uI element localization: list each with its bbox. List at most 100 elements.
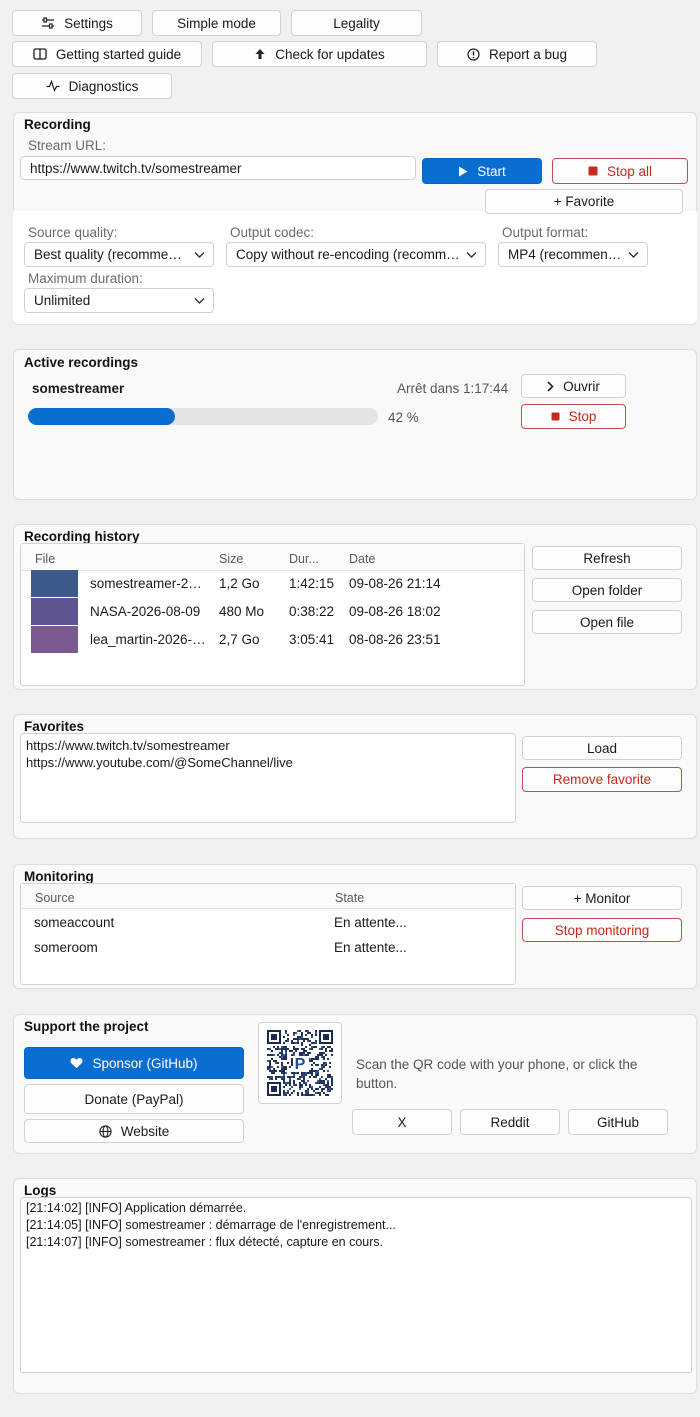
legality-label: Legality <box>333 15 380 31</box>
source-quality-select[interactable]: Best quality (recommended) <box>24 242 214 267</box>
max-duration-select[interactable]: Unlimited <box>24 288 214 313</box>
table-row[interactable]: somestreamer-2026-08-09 1,2 Go 1:42:15 0… <box>21 569 524 597</box>
open-recording-label: Ouvrir <box>563 378 600 394</box>
monitor-source: someroom <box>34 940 98 955</box>
log-line: [21:14:02] [INFO] Application démarrée. <box>26 1201 247 1215</box>
remove-favorite-button[interactable]: Remove favorite <box>522 767 682 792</box>
open-file-button[interactable]: Open file <box>532 610 682 634</box>
table-row[interactable]: someroom En attente... <box>21 935 515 959</box>
source-quality-label: Source quality: <box>28 225 118 240</box>
website-label: Website <box>120 1123 170 1139</box>
chevron-down-icon <box>194 297 205 304</box>
column-duration[interactable]: Dur... <box>289 552 319 566</box>
active-recordings-title: Active recordings <box>24 355 139 370</box>
check-updates-button[interactable]: Check for updates <box>212 41 427 67</box>
add-monitor-button[interactable]: + Monitor <box>522 886 682 910</box>
open-folder-button[interactable]: Open folder <box>532 578 682 602</box>
refresh-button[interactable]: Refresh <box>532 546 682 570</box>
history-duration: 1:42:15 <box>289 576 335 591</box>
remove-favorite-label: Remove favorite <box>552 772 652 787</box>
getting-started-label: Getting started guide <box>55 46 182 62</box>
chevron-down-icon <box>194 251 205 258</box>
add-favorite-button[interactable]: + Favorite <box>485 189 683 214</box>
table-row[interactable]: lea_martin-2026-08-08 2,7 Go 3:05:41 08-… <box>21 625 524 653</box>
stop-all-button[interactable]: Stop all <box>552 158 688 184</box>
stop-countdown: Arrêt dans 1:17:44 <box>397 381 509 396</box>
support-title: Support the project <box>24 1019 149 1034</box>
report-bug-label: Report a bug <box>488 46 568 62</box>
website-button[interactable]: Website <box>24 1119 244 1143</box>
load-favorite-button[interactable]: Load <box>522 736 682 760</box>
output-format-select[interactable]: MP4 (recommended) <box>498 242 648 267</box>
logs-textarea[interactable]: [21:14:02] [INFO] Application démarrée. … <box>20 1197 692 1373</box>
reddit-link-label: Reddit <box>490 1114 530 1130</box>
globe-icon <box>99 1124 112 1138</box>
paypal-qr-code: P <box>258 1022 342 1104</box>
video-thumbnail <box>31 598 78 625</box>
x-link-button[interactable]: X <box>352 1109 452 1135</box>
favorites-title: Favorites <box>24 719 85 734</box>
getting-started-button[interactable]: Getting started guide <box>12 41 202 67</box>
pulse-icon <box>46 80 60 92</box>
list-item[interactable]: https://www.twitch.tv/somestreamer <box>26 738 230 753</box>
simple-mode-button[interactable]: Simple mode <box>152 10 281 36</box>
donate-paypal-button[interactable]: Donate (PayPal) <box>24 1084 244 1114</box>
open-folder-label: Open folder <box>571 582 643 598</box>
monitoring-table-header <box>21 884 515 909</box>
list-item[interactable]: https://www.youtube.com/@SomeChannel/liv… <box>26 755 293 770</box>
start-button[interactable]: Start <box>422 158 542 184</box>
logs-title: Logs <box>24 1183 57 1198</box>
column-date[interactable]: Date <box>349 552 375 566</box>
max-duration-value: Unlimited <box>34 293 91 308</box>
stop-all-label: Stop all <box>606 163 653 179</box>
history-date: 09-08-26 21:14 <box>349 576 441 591</box>
column-file[interactable]: File <box>35 552 55 566</box>
sponsor-github-button[interactable]: Sponsor (GitHub) <box>24 1047 244 1079</box>
output-codec-select[interactable]: Copy without re-encoding (recommended) <box>226 242 486 267</box>
column-source[interactable]: Source <box>35 891 75 905</box>
stop-monitoring-button[interactable]: Stop monitoring <box>522 918 682 942</box>
report-bug-button[interactable]: Report a bug <box>437 41 597 67</box>
output-codec-label: Output codec: <box>230 225 315 240</box>
monitor-state: En attente... <box>334 915 407 930</box>
load-favorite-label: Load <box>586 740 618 756</box>
stream-url-value: https://www.twitch.tv/somestreamer <box>30 160 242 176</box>
info-circle-icon <box>467 47 480 61</box>
sponsor-github-label: Sponsor (GitHub) <box>92 1055 198 1071</box>
history-duration: 0:38:22 <box>289 604 335 619</box>
stream-url-label: Stream URL: <box>28 138 107 153</box>
scan-instructions: Scan the QR code with your phone, or cli… <box>356 1057 638 1091</box>
history-file-size: 1,2 Go <box>219 576 260 591</box>
stop-recording-button[interactable]: Stop <box>521 404 626 429</box>
stop-square-icon <box>551 412 560 421</box>
open-recording-button[interactable]: Ouvrir <box>521 374 626 398</box>
recording-title: Recording <box>24 117 91 132</box>
history-table: File Size Dur... Date somestreamer-2026-… <box>20 543 525 686</box>
github-link-label: GitHub <box>596 1114 640 1130</box>
settings-button[interactable]: Settings <box>12 10 142 36</box>
output-codec-value: Copy without re-encoding (recommended) <box>236 247 461 262</box>
stream-url-input[interactable]: https://www.twitch.tv/somestreamer <box>20 156 416 180</box>
heart-icon <box>70 1057 83 1069</box>
progress-percent: 42 % <box>388 410 419 425</box>
stop-recording-label: Stop <box>568 409 597 424</box>
legality-button[interactable]: Legality <box>291 10 422 36</box>
source-quality-value: Best quality (recommended) <box>34 247 189 262</box>
monitoring-table: Source State someaccount En attente... s… <box>20 883 516 985</box>
history-date: 08-08-26 23:51 <box>349 632 441 647</box>
table-row[interactable]: someaccount En attente... <box>21 910 515 934</box>
history-table-header <box>21 544 524 571</box>
recording-progress-bar <box>28 408 378 425</box>
reddit-link-button[interactable]: Reddit <box>460 1109 560 1135</box>
diagnostics-button[interactable]: Diagnostics <box>12 73 172 99</box>
log-line: [21:14:07] [INFO] somestreamer : flux dé… <box>26 1235 384 1249</box>
open-file-label: Open file <box>579 614 635 630</box>
stop-monitoring-label: Stop monitoring <box>554 922 650 938</box>
column-state[interactable]: State <box>335 891 364 905</box>
table-row[interactable]: NASA-2026-08-09 480 Mo 0:38:22 09-08-26 … <box>21 597 524 625</box>
recording-history-title: Recording history <box>24 529 140 544</box>
column-size[interactable]: Size <box>219 552 243 566</box>
monitor-source: someaccount <box>34 915 115 930</box>
github-link-button[interactable]: GitHub <box>568 1109 668 1135</box>
diagnostics-label: Diagnostics <box>68 78 139 94</box>
